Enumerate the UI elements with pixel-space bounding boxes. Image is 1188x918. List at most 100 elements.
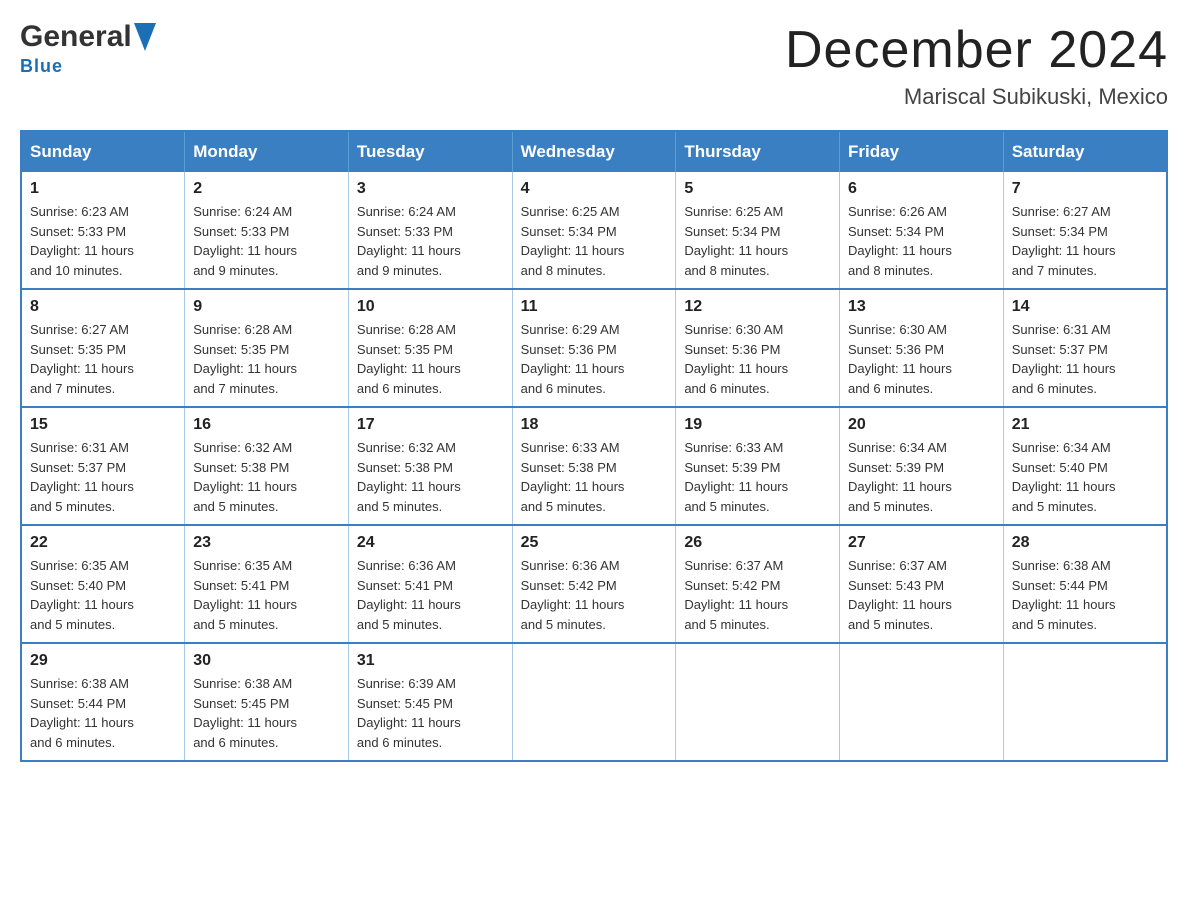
day-number: 6	[848, 180, 995, 198]
calendar-day-cell: 31 Sunrise: 6:39 AMSunset: 5:45 PMDaylig…	[348, 643, 512, 761]
day-number: 7	[1012, 180, 1158, 198]
day-number: 9	[193, 298, 340, 316]
calendar-day-cell	[512, 643, 676, 761]
day-number: 13	[848, 298, 995, 316]
logo-general: General	[20, 20, 132, 54]
day-number: 23	[193, 534, 340, 552]
day-number: 25	[521, 534, 668, 552]
calendar-table: SundayMondayTuesdayWednesdayThursdayFrid…	[20, 130, 1168, 762]
calendar-day-cell: 10 Sunrise: 6:28 AMSunset: 5:35 PMDaylig…	[348, 289, 512, 407]
day-info: Sunrise: 6:38 AMSunset: 5:44 PMDaylight:…	[30, 674, 176, 752]
day-info: Sunrise: 6:23 AMSunset: 5:33 PMDaylight:…	[30, 202, 176, 280]
day-number: 8	[30, 298, 176, 316]
day-info: Sunrise: 6:36 AMSunset: 5:42 PMDaylight:…	[521, 556, 668, 634]
calendar-day-cell: 8 Sunrise: 6:27 AMSunset: 5:35 PMDayligh…	[21, 289, 185, 407]
calendar-day-cell	[1003, 643, 1167, 761]
day-number: 12	[684, 298, 831, 316]
day-of-week-header: Friday	[840, 131, 1004, 172]
calendar-header-row: SundayMondayTuesdayWednesdayThursdayFrid…	[21, 131, 1167, 172]
logo-triangle-icon	[134, 23, 156, 51]
calendar-day-cell: 22 Sunrise: 6:35 AMSunset: 5:40 PMDaylig…	[21, 525, 185, 643]
calendar-week-row: 22 Sunrise: 6:35 AMSunset: 5:40 PMDaylig…	[21, 525, 1167, 643]
month-title: December 2024	[785, 20, 1168, 80]
day-info: Sunrise: 6:26 AMSunset: 5:34 PMDaylight:…	[848, 202, 995, 280]
day-number: 30	[193, 652, 340, 670]
calendar-week-row: 1 Sunrise: 6:23 AMSunset: 5:33 PMDayligh…	[21, 172, 1167, 289]
calendar-day-cell	[676, 643, 840, 761]
day-number: 28	[1012, 534, 1158, 552]
calendar-day-cell: 19 Sunrise: 6:33 AMSunset: 5:39 PMDaylig…	[676, 407, 840, 525]
day-info: Sunrise: 6:25 AMSunset: 5:34 PMDaylight:…	[684, 202, 831, 280]
day-info: Sunrise: 6:27 AMSunset: 5:34 PMDaylight:…	[1012, 202, 1158, 280]
day-info: Sunrise: 6:33 AMSunset: 5:38 PMDaylight:…	[521, 438, 668, 516]
day-number: 19	[684, 416, 831, 434]
calendar-week-row: 15 Sunrise: 6:31 AMSunset: 5:37 PMDaylig…	[21, 407, 1167, 525]
day-number: 15	[30, 416, 176, 434]
day-info: Sunrise: 6:37 AMSunset: 5:43 PMDaylight:…	[848, 556, 995, 634]
calendar-day-cell: 15 Sunrise: 6:31 AMSunset: 5:37 PMDaylig…	[21, 407, 185, 525]
day-of-week-header: Saturday	[1003, 131, 1167, 172]
calendar-day-cell: 13 Sunrise: 6:30 AMSunset: 5:36 PMDaylig…	[840, 289, 1004, 407]
day-info: Sunrise: 6:24 AMSunset: 5:33 PMDaylight:…	[357, 202, 504, 280]
calendar-day-cell	[840, 643, 1004, 761]
day-info: Sunrise: 6:35 AMSunset: 5:40 PMDaylight:…	[30, 556, 176, 634]
calendar-day-cell: 20 Sunrise: 6:34 AMSunset: 5:39 PMDaylig…	[840, 407, 1004, 525]
day-number: 4	[521, 180, 668, 198]
calendar-week-row: 8 Sunrise: 6:27 AMSunset: 5:35 PMDayligh…	[21, 289, 1167, 407]
calendar-day-cell: 4 Sunrise: 6:25 AMSunset: 5:34 PMDayligh…	[512, 172, 676, 289]
day-info: Sunrise: 6:33 AMSunset: 5:39 PMDaylight:…	[684, 438, 831, 516]
day-of-week-header: Monday	[185, 131, 349, 172]
calendar-day-cell: 2 Sunrise: 6:24 AMSunset: 5:33 PMDayligh…	[185, 172, 349, 289]
calendar-day-cell: 7 Sunrise: 6:27 AMSunset: 5:34 PMDayligh…	[1003, 172, 1167, 289]
day-info: Sunrise: 6:35 AMSunset: 5:41 PMDaylight:…	[193, 556, 340, 634]
logo-blue: Blue	[20, 56, 63, 77]
day-number: 26	[684, 534, 831, 552]
calendar-day-cell: 1 Sunrise: 6:23 AMSunset: 5:33 PMDayligh…	[21, 172, 185, 289]
calendar-day-cell: 29 Sunrise: 6:38 AMSunset: 5:44 PMDaylig…	[21, 643, 185, 761]
calendar-day-cell: 16 Sunrise: 6:32 AMSunset: 5:38 PMDaylig…	[185, 407, 349, 525]
calendar-day-cell: 30 Sunrise: 6:38 AMSunset: 5:45 PMDaylig…	[185, 643, 349, 761]
day-number: 29	[30, 652, 176, 670]
day-number: 22	[30, 534, 176, 552]
day-of-week-header: Tuesday	[348, 131, 512, 172]
calendar-day-cell: 14 Sunrise: 6:31 AMSunset: 5:37 PMDaylig…	[1003, 289, 1167, 407]
calendar-day-cell: 25 Sunrise: 6:36 AMSunset: 5:42 PMDaylig…	[512, 525, 676, 643]
calendar-day-cell: 11 Sunrise: 6:29 AMSunset: 5:36 PMDaylig…	[512, 289, 676, 407]
day-number: 20	[848, 416, 995, 434]
day-number: 3	[357, 180, 504, 198]
day-number: 14	[1012, 298, 1158, 316]
day-info: Sunrise: 6:30 AMSunset: 5:36 PMDaylight:…	[684, 320, 831, 398]
calendar-day-cell: 5 Sunrise: 6:25 AMSunset: 5:34 PMDayligh…	[676, 172, 840, 289]
calendar-day-cell: 24 Sunrise: 6:36 AMSunset: 5:41 PMDaylig…	[348, 525, 512, 643]
day-info: Sunrise: 6:28 AMSunset: 5:35 PMDaylight:…	[193, 320, 340, 398]
day-info: Sunrise: 6:29 AMSunset: 5:36 PMDaylight:…	[521, 320, 668, 398]
day-number: 1	[30, 180, 176, 198]
day-number: 31	[357, 652, 504, 670]
day-info: Sunrise: 6:31 AMSunset: 5:37 PMDaylight:…	[30, 438, 176, 516]
calendar-day-cell: 26 Sunrise: 6:37 AMSunset: 5:42 PMDaylig…	[676, 525, 840, 643]
calendar-day-cell: 3 Sunrise: 6:24 AMSunset: 5:33 PMDayligh…	[348, 172, 512, 289]
day-info: Sunrise: 6:37 AMSunset: 5:42 PMDaylight:…	[684, 556, 831, 634]
day-info: Sunrise: 6:24 AMSunset: 5:33 PMDaylight:…	[193, 202, 340, 280]
day-info: Sunrise: 6:38 AMSunset: 5:44 PMDaylight:…	[1012, 556, 1158, 634]
calendar-day-cell: 17 Sunrise: 6:32 AMSunset: 5:38 PMDaylig…	[348, 407, 512, 525]
day-info: Sunrise: 6:31 AMSunset: 5:37 PMDaylight:…	[1012, 320, 1158, 398]
logo: General Blue	[20, 20, 156, 77]
day-number: 11	[521, 298, 668, 316]
day-number: 27	[848, 534, 995, 552]
day-number: 24	[357, 534, 504, 552]
calendar-day-cell: 23 Sunrise: 6:35 AMSunset: 5:41 PMDaylig…	[185, 525, 349, 643]
calendar-day-cell: 6 Sunrise: 6:26 AMSunset: 5:34 PMDayligh…	[840, 172, 1004, 289]
day-info: Sunrise: 6:25 AMSunset: 5:34 PMDaylight:…	[521, 202, 668, 280]
day-info: Sunrise: 6:32 AMSunset: 5:38 PMDaylight:…	[193, 438, 340, 516]
day-info: Sunrise: 6:36 AMSunset: 5:41 PMDaylight:…	[357, 556, 504, 634]
day-info: Sunrise: 6:39 AMSunset: 5:45 PMDaylight:…	[357, 674, 504, 752]
day-of-week-header: Sunday	[21, 131, 185, 172]
day-number: 17	[357, 416, 504, 434]
day-info: Sunrise: 6:27 AMSunset: 5:35 PMDaylight:…	[30, 320, 176, 398]
calendar-day-cell: 28 Sunrise: 6:38 AMSunset: 5:44 PMDaylig…	[1003, 525, 1167, 643]
day-number: 16	[193, 416, 340, 434]
day-info: Sunrise: 6:30 AMSunset: 5:36 PMDaylight:…	[848, 320, 995, 398]
day-number: 2	[193, 180, 340, 198]
calendar-day-cell: 18 Sunrise: 6:33 AMSunset: 5:38 PMDaylig…	[512, 407, 676, 525]
